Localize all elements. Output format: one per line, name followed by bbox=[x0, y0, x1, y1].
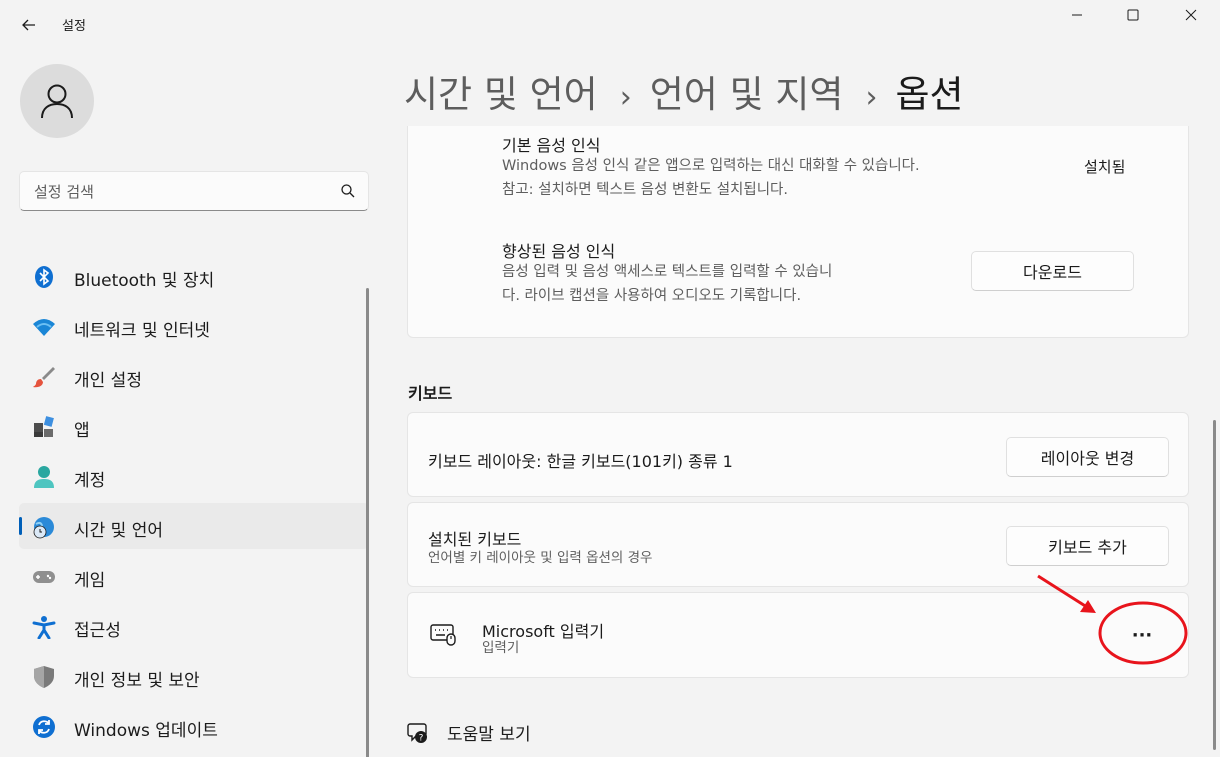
sidebar-scrollbar[interactable] bbox=[366, 288, 369, 757]
back-button[interactable] bbox=[14, 10, 44, 40]
installed-status: 설치됨 bbox=[1084, 158, 1126, 176]
paintbrush-icon bbox=[33, 367, 55, 388]
account-icon bbox=[34, 466, 54, 488]
breadcrumb-language-region[interactable]: 언어 및 지역 bbox=[650, 73, 844, 116]
back-arrow-icon bbox=[22, 19, 35, 31]
maximize-icon bbox=[1127, 9, 1139, 21]
sidebar-item-label: 게임 bbox=[74, 571, 106, 591]
keyboard-icon bbox=[430, 624, 456, 646]
time-language-icon bbox=[33, 517, 54, 539]
breadcrumb: 시간 및 언어 › 언어 및 지역 › 옵션 bbox=[404, 64, 964, 118]
enhanced-speech-desc-line: 음성 입력 및 음성 액세스로 텍스트를 입력할 수 있습니 bbox=[502, 264, 833, 280]
shield-icon bbox=[34, 666, 54, 688]
keyboard-layout-card: 키보드 레이아웃: 한글 키보드(101키) 종류 1 레이아웃 변경 bbox=[407, 412, 1189, 497]
close-icon bbox=[1185, 9, 1197, 21]
breadcrumb-separator: › bbox=[865, 80, 878, 115]
enhanced-speech-desc: 음성 입력 및 음성 액세스로 텍스트를 입력할 수 있습니 다. 라이브 캡션… bbox=[502, 260, 832, 308]
maximize-button[interactable] bbox=[1104, 0, 1162, 30]
more-options-button[interactable]: ··· bbox=[1122, 619, 1162, 651]
accessibility-icon bbox=[32, 616, 56, 639]
basic-speech-desc-line: 참고: 설치하면 텍스트 음성 변환도 설치됩니다. bbox=[502, 182, 788, 198]
search-box[interactable]: 설정 검색 bbox=[19, 171, 369, 211]
ime-subtitle: 입력기 bbox=[482, 640, 520, 656]
sidebar-item-privacy[interactable]: 개인 정보 및 보안 bbox=[19, 653, 369, 699]
apps-icon bbox=[34, 416, 54, 437]
sidebar-item-gaming[interactable]: 게임 bbox=[19, 553, 369, 599]
gamepad-icon bbox=[33, 571, 55, 583]
main-scrollbar[interactable] bbox=[1213, 420, 1216, 750]
svg-text:?: ? bbox=[419, 733, 424, 743]
active-indicator bbox=[19, 517, 22, 535]
update-icon bbox=[33, 716, 55, 738]
installed-keyboards-card[interactable]: 설치된 키보드 언어별 키 레이아웃 및 입력 옵션의 경우 키보드 추가 bbox=[407, 502, 1189, 587]
basic-speech-desc: Windows 음성 인식 같은 앱으로 입력하는 대신 대화할 수 있습니다.… bbox=[502, 154, 920, 202]
bluetooth-icon bbox=[35, 266, 53, 288]
sidebar-item-label: 접근성 bbox=[74, 621, 121, 641]
wifi-icon bbox=[33, 319, 55, 336]
enhanced-speech-title: 향상된 음성 인식 bbox=[502, 242, 616, 261]
sidebar-item-label: Bluetooth 및 장치 bbox=[74, 271, 215, 291]
basic-speech-title: 기본 음성 인식 bbox=[502, 136, 601, 155]
speech-card: 기본 음성 인식 Windows 음성 인식 같은 앱으로 입력하는 대신 대화… bbox=[407, 126, 1189, 338]
sidebar-item-accessibility[interactable]: 접근성 bbox=[19, 603, 369, 649]
minimize-button[interactable] bbox=[1048, 0, 1106, 30]
title-bar: 설정 bbox=[0, 0, 1220, 48]
user-icon bbox=[41, 84, 73, 119]
search-icon[interactable] bbox=[340, 183, 356, 199]
change-layout-button[interactable]: 레이아웃 변경 bbox=[1006, 437, 1169, 477]
sidebar-item-windows-update[interactable]: Windows 업데이트 bbox=[19, 703, 369, 749]
app-title: 설정 bbox=[62, 19, 86, 34]
keyboard-layout-text: 키보드 레이아웃: 한글 키보드(101키) 종류 1 bbox=[428, 452, 733, 471]
basic-speech-desc-line: Windows 음성 인식 같은 앱으로 입력하는 대신 대화할 수 있습니다. bbox=[502, 158, 920, 174]
ime-card: Microsoft 입력기 입력기 ··· bbox=[407, 592, 1189, 678]
search-input[interactable]: 설정 검색 bbox=[34, 181, 94, 202]
avatar[interactable] bbox=[20, 64, 94, 138]
sidebar-item-accounts[interactable]: 계정 bbox=[19, 453, 369, 499]
sidebar-item-network[interactable]: 네트워크 및 인터넷 bbox=[19, 303, 369, 349]
minimize-icon bbox=[1072, 14, 1082, 16]
sidebar-item-label: 시간 및 언어 bbox=[74, 521, 164, 541]
help-link[interactable]: ? 도움말 보기 bbox=[407, 720, 531, 745]
sidebar-item-label: 네트워크 및 인터넷 bbox=[74, 321, 210, 341]
sidebar-item-apps[interactable]: 앱 bbox=[19, 403, 369, 449]
sidebar-item-personalization[interactable]: 개인 설정 bbox=[19, 353, 369, 399]
help-icon: ? bbox=[407, 722, 427, 743]
close-button[interactable] bbox=[1162, 0, 1220, 30]
sidebar-item-label: 개인 설정 bbox=[74, 371, 142, 391]
add-keyboard-button[interactable]: 키보드 추가 bbox=[1006, 526, 1169, 566]
sidebar-item-label: 계정 bbox=[74, 471, 106, 491]
page-title: 옵션 bbox=[895, 73, 964, 116]
breadcrumb-separator: › bbox=[619, 80, 632, 115]
help-label: 도움말 보기 bbox=[447, 725, 531, 745]
installed-keyboards-desc: 언어별 키 레이아웃 및 입력 옵션의 경우 bbox=[428, 550, 653, 566]
sidebar-item-label: Windows 업데이트 bbox=[74, 721, 218, 741]
enhanced-speech-desc-line: 다. 라이브 캡션을 사용하여 오디오도 기록합니다. bbox=[502, 288, 802, 304]
breadcrumb-time-language[interactable]: 시간 및 언어 bbox=[404, 73, 598, 116]
download-button[interactable]: 다운로드 bbox=[971, 251, 1134, 291]
sidebar-item-label: 앱 bbox=[74, 421, 90, 441]
sidebar-item-bluetooth[interactable]: Bluetooth 및 장치 bbox=[19, 253, 369, 299]
sidebar-item-time-language[interactable]: 시간 및 언어 bbox=[19, 503, 369, 549]
sidebar-nav: Bluetooth 및 장치 네트워크 및 인터넷 개인 설정 앱 계정 시간 … bbox=[19, 253, 369, 753]
keyboard-section-label: 키보드 bbox=[408, 384, 453, 403]
sidebar-item-label: 개인 정보 및 보안 bbox=[74, 671, 200, 691]
